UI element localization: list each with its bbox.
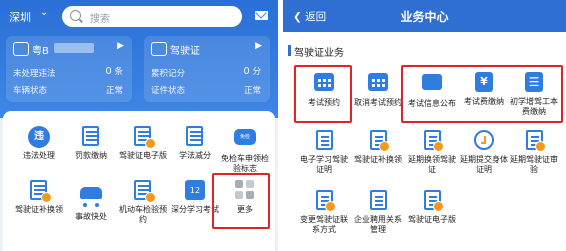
highlight-more: [212, 173, 270, 229]
vehicle-status-value: 正常: [105, 86, 123, 96]
violation-icon: 违: [28, 126, 50, 148]
grid-item-e-learning[interactable]: 电子学习驾驶证明: [297, 130, 351, 174]
change-contact-icon: [315, 190, 336, 212]
plate-number: 粤B: [32, 46, 49, 57]
car-icon: [13, 42, 29, 56]
study-exam-icon: 12: [185, 180, 205, 200]
violation-label: 未处理违法: [13, 69, 56, 79]
license-status-label: 证件状态: [151, 86, 186, 96]
home-header: 深圳 ⌄ 搜索 粤B ▶ 未处理违法 0 条 车辆状态 正常 驾驶证 ▶ 累积记…: [0, 0, 278, 118]
grid-item-extend-renew[interactable]: 延期换领驾驶证: [405, 130, 459, 174]
exempt-inspection-icon: 免检: [234, 129, 256, 145]
cancel-booking-icon: [368, 73, 388, 91]
points-label: 累积记分: [151, 69, 186, 79]
violation-value: 0 条: [105, 66, 123, 77]
mail-icon[interactable]: [255, 11, 268, 20]
page-title: 业务中心: [400, 10, 449, 24]
search-bar[interactable]: 搜索: [62, 6, 242, 27]
plate-mask: [54, 43, 94, 53]
accident-icon: [80, 187, 102, 199]
home-screen: 深圳 ⌄ 搜索 粤B ▶ 未处理违法 0 条 车辆状态 正常 驾驶证 ▶ 累积记…: [0, 0, 278, 251]
business-center-screen: ❮ 返回 业务中心 驾驶证业务 考试预约 取消考试预约 考试信息公布 ¥ 考试费…: [283, 0, 566, 251]
search-icon: [70, 10, 81, 21]
vehicle-card[interactable]: 粤B ▶ 未处理违法 0 条 车辆状态 正常: [6, 36, 132, 102]
grid-item-employer[interactable]: 企业聘用关系管理: [351, 190, 405, 234]
grid-item-change-contact[interactable]: 变更驾驶证联系方式: [297, 190, 351, 234]
search-placeholder: 搜索: [90, 14, 110, 25]
service-grid: 违 违法处理 罚款缴纳 驾驶证电子版 学法减分 免检 免检车申领检验标志 驾驶证…: [3, 111, 275, 251]
id-card-icon: [151, 42, 167, 56]
grid-item-license-renew[interactable]: 驾驶证补换领: [13, 180, 65, 215]
grid-item-license-replace[interactable]: 驾驶证补换领: [351, 130, 405, 165]
extend-medical-icon: [474, 130, 494, 150]
license-card[interactable]: 驾驶证 ▶ 累积记分 0 分 证件状态 正常: [144, 36, 270, 102]
grid-item-accident[interactable]: 事故快处: [65, 180, 117, 222]
chevron-right-icon: ▶: [117, 41, 124, 51]
employer-icon: [369, 190, 387, 210]
grid-item-cancel-booking[interactable]: 取消考试预约: [351, 72, 405, 108]
grid-item-violation[interactable]: 违 违法处理: [13, 126, 65, 161]
chevron-down-icon[interactable]: ⌄: [40, 7, 48, 18]
grid-item-e-license[interactable]: 驾驶证电子版: [117, 126, 169, 161]
grid-item-inspection[interactable]: 机动车检验预约: [117, 180, 169, 224]
grid-item-fine[interactable]: 罚款缴纳: [65, 126, 117, 161]
highlight-exam-booking: [294, 65, 352, 123]
nav-bar: ❮ 返回 业务中心: [283, 0, 566, 32]
license-replace-icon: [369, 130, 390, 152]
grid-item-study-deduct[interactable]: 学法减分: [169, 126, 221, 161]
points-value: 0 分: [243, 66, 261, 77]
highlight-fee-group: [401, 65, 563, 123]
study-deduct-icon: [186, 126, 203, 146]
vehicle-status-label: 车辆状态: [13, 86, 48, 96]
fine-payment-icon: [82, 126, 99, 146]
grid-item-e-license[interactable]: 驾驶证电子版: [405, 190, 459, 225]
license-title: 驾驶证: [170, 46, 200, 57]
grid-item-extend-review[interactable]: 延期驾驶证审验: [507, 130, 561, 174]
e-license-icon: [423, 190, 444, 212]
e-learning-cert-icon: [315, 130, 333, 150]
license-status-value: 正常: [243, 86, 261, 96]
extend-review-icon: [525, 130, 546, 152]
city-selector[interactable]: 深圳: [9, 9, 31, 25]
grid-item-extend-medical[interactable]: 延期提交身体证明: [457, 130, 511, 174]
chevron-right-icon: ▶: [255, 41, 262, 51]
grid-item-exempt[interactable]: 免检 免检车申领检验标志: [219, 126, 271, 173]
section-title: 驾驶证业务: [288, 44, 344, 59]
extend-renew-icon: [423, 130, 444, 152]
